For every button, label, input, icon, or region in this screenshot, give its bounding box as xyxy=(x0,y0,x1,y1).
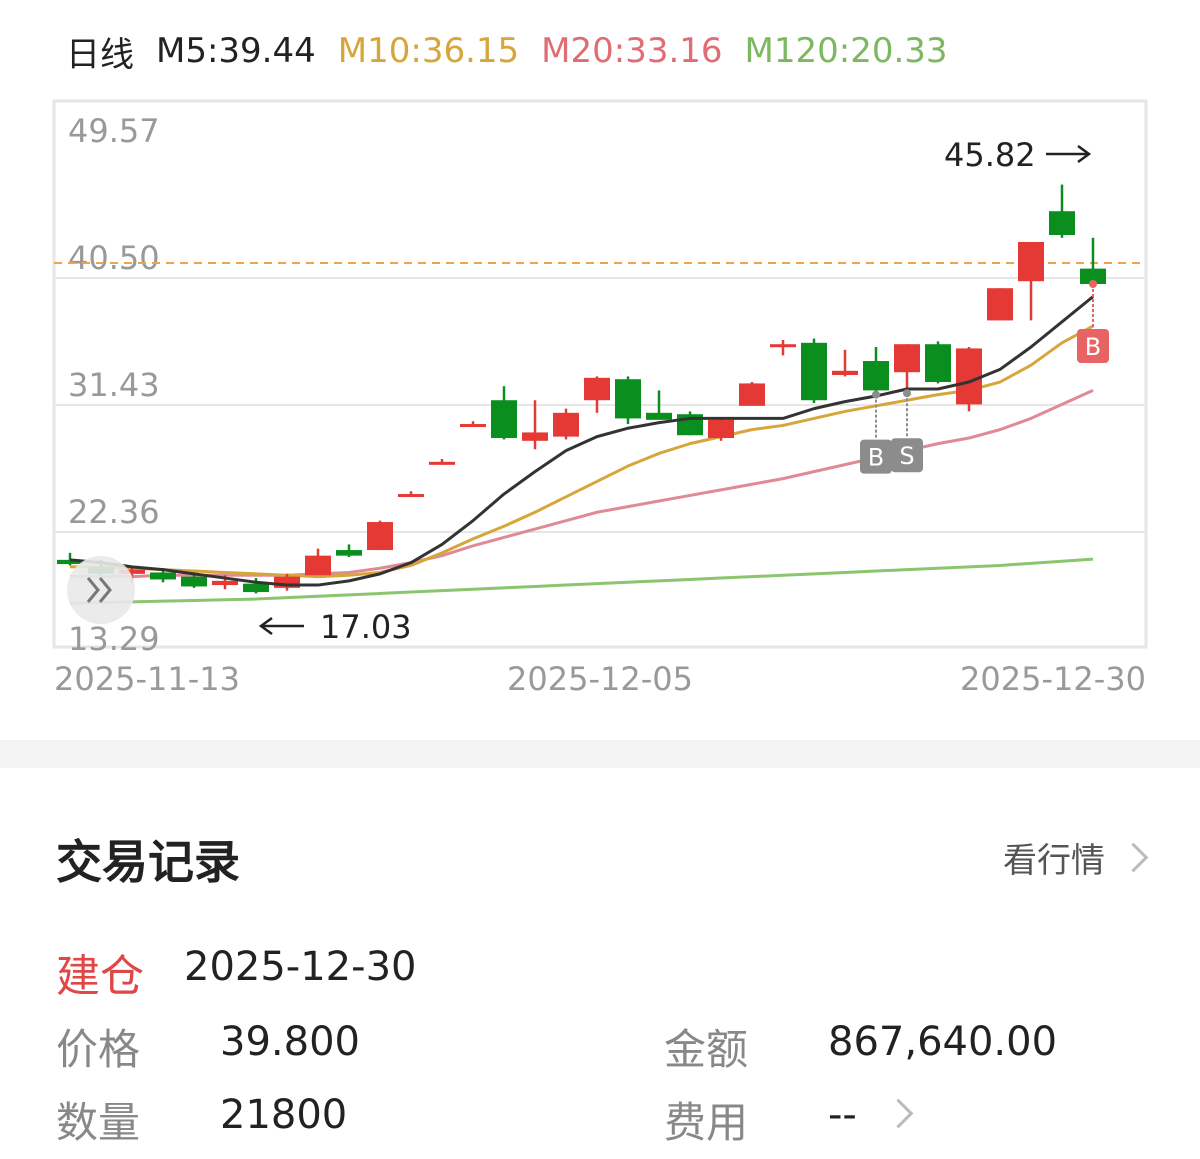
candle xyxy=(739,382,765,406)
candle-body xyxy=(1018,241,1044,282)
y-tick-label: 13.29 xyxy=(68,620,160,658)
candle-body xyxy=(212,580,238,586)
candle xyxy=(708,417,734,441)
candle-body xyxy=(894,344,920,373)
expand-chart-button[interactable] xyxy=(67,556,135,624)
view-market-label: 看行情 xyxy=(1003,841,1105,881)
y-tick-label: 40.50 xyxy=(68,239,160,277)
view-market-link[interactable]: 看行情 xyxy=(1003,833,1149,882)
qty-value: 21800 xyxy=(220,1092,348,1138)
amount-label: 金额 xyxy=(664,1025,749,1074)
candle-body xyxy=(801,342,827,401)
candle-body xyxy=(987,288,1013,321)
candle-body xyxy=(150,572,176,580)
candle-body xyxy=(243,583,269,593)
candle-body xyxy=(491,400,517,439)
x-tick-label: 2025-12-05 xyxy=(507,660,693,698)
candle xyxy=(553,408,579,440)
candle xyxy=(987,288,1013,321)
fee-value[interactable]: -- xyxy=(828,1092,857,1138)
candle-body xyxy=(925,344,951,383)
candle-body xyxy=(305,555,331,576)
section-divider xyxy=(0,740,1200,768)
record-type: 建仓 xyxy=(56,951,144,1002)
record-date: 2025-12-30 xyxy=(184,944,417,990)
y-tick-label: 22.36 xyxy=(68,493,160,531)
candle xyxy=(615,376,641,425)
fee-label: 费用 xyxy=(664,1098,749,1147)
candle-body xyxy=(615,379,641,419)
candle-body xyxy=(646,412,672,420)
trade-record-title: 交易记录 xyxy=(56,835,240,889)
candle-body xyxy=(522,432,548,441)
kline-chart[interactable]: 49.57 40.50 31.43 22.36 13.29 B S B 45.82 17.03 20… xyxy=(0,0,1200,710)
candle-body xyxy=(863,361,889,391)
candle-body xyxy=(956,348,982,405)
candle-body xyxy=(770,344,796,348)
marker-label: B xyxy=(1085,333,1101,361)
candle-body xyxy=(553,412,579,437)
candle-body xyxy=(739,383,765,406)
candle-body xyxy=(367,522,393,551)
amount-value: 867,640.00 xyxy=(828,1019,1058,1065)
candle-body xyxy=(181,576,207,587)
candle xyxy=(677,411,703,436)
x-tick-label: 2025-12-30 xyxy=(960,660,1146,698)
candle-body xyxy=(460,424,486,428)
candle xyxy=(925,341,951,384)
price-label: 价格 xyxy=(56,1025,141,1074)
high-price-label: 45.82 xyxy=(944,136,1036,174)
candle-body xyxy=(429,461,455,465)
qty-label: 数量 xyxy=(56,1098,141,1147)
candle xyxy=(801,338,827,404)
candle-body xyxy=(336,550,362,556)
candle-body xyxy=(398,494,424,498)
candle-body xyxy=(708,419,734,439)
candle-body xyxy=(584,377,610,401)
price-value: 39.800 xyxy=(220,1019,360,1065)
candle xyxy=(367,520,393,551)
candle-body xyxy=(832,370,858,376)
expand-button-bg xyxy=(67,556,135,624)
chevron-right-icon xyxy=(1118,842,1149,873)
y-tick-label: 49.57 xyxy=(68,112,160,150)
y-tick-label: 31.43 xyxy=(68,366,160,404)
marker-label: S xyxy=(899,442,914,470)
marker-label: B xyxy=(868,444,884,472)
fee-chevron-icon[interactable] xyxy=(883,1098,914,1129)
candle-body xyxy=(1049,211,1075,235)
kline-chart-svg[interactable]: 49.5740.5031.4322.3613.29B SB45.8217.0320… xyxy=(0,0,1200,710)
low-price-label: 17.03 xyxy=(320,608,412,646)
x-tick-label: 2025-11-13 xyxy=(54,660,240,698)
